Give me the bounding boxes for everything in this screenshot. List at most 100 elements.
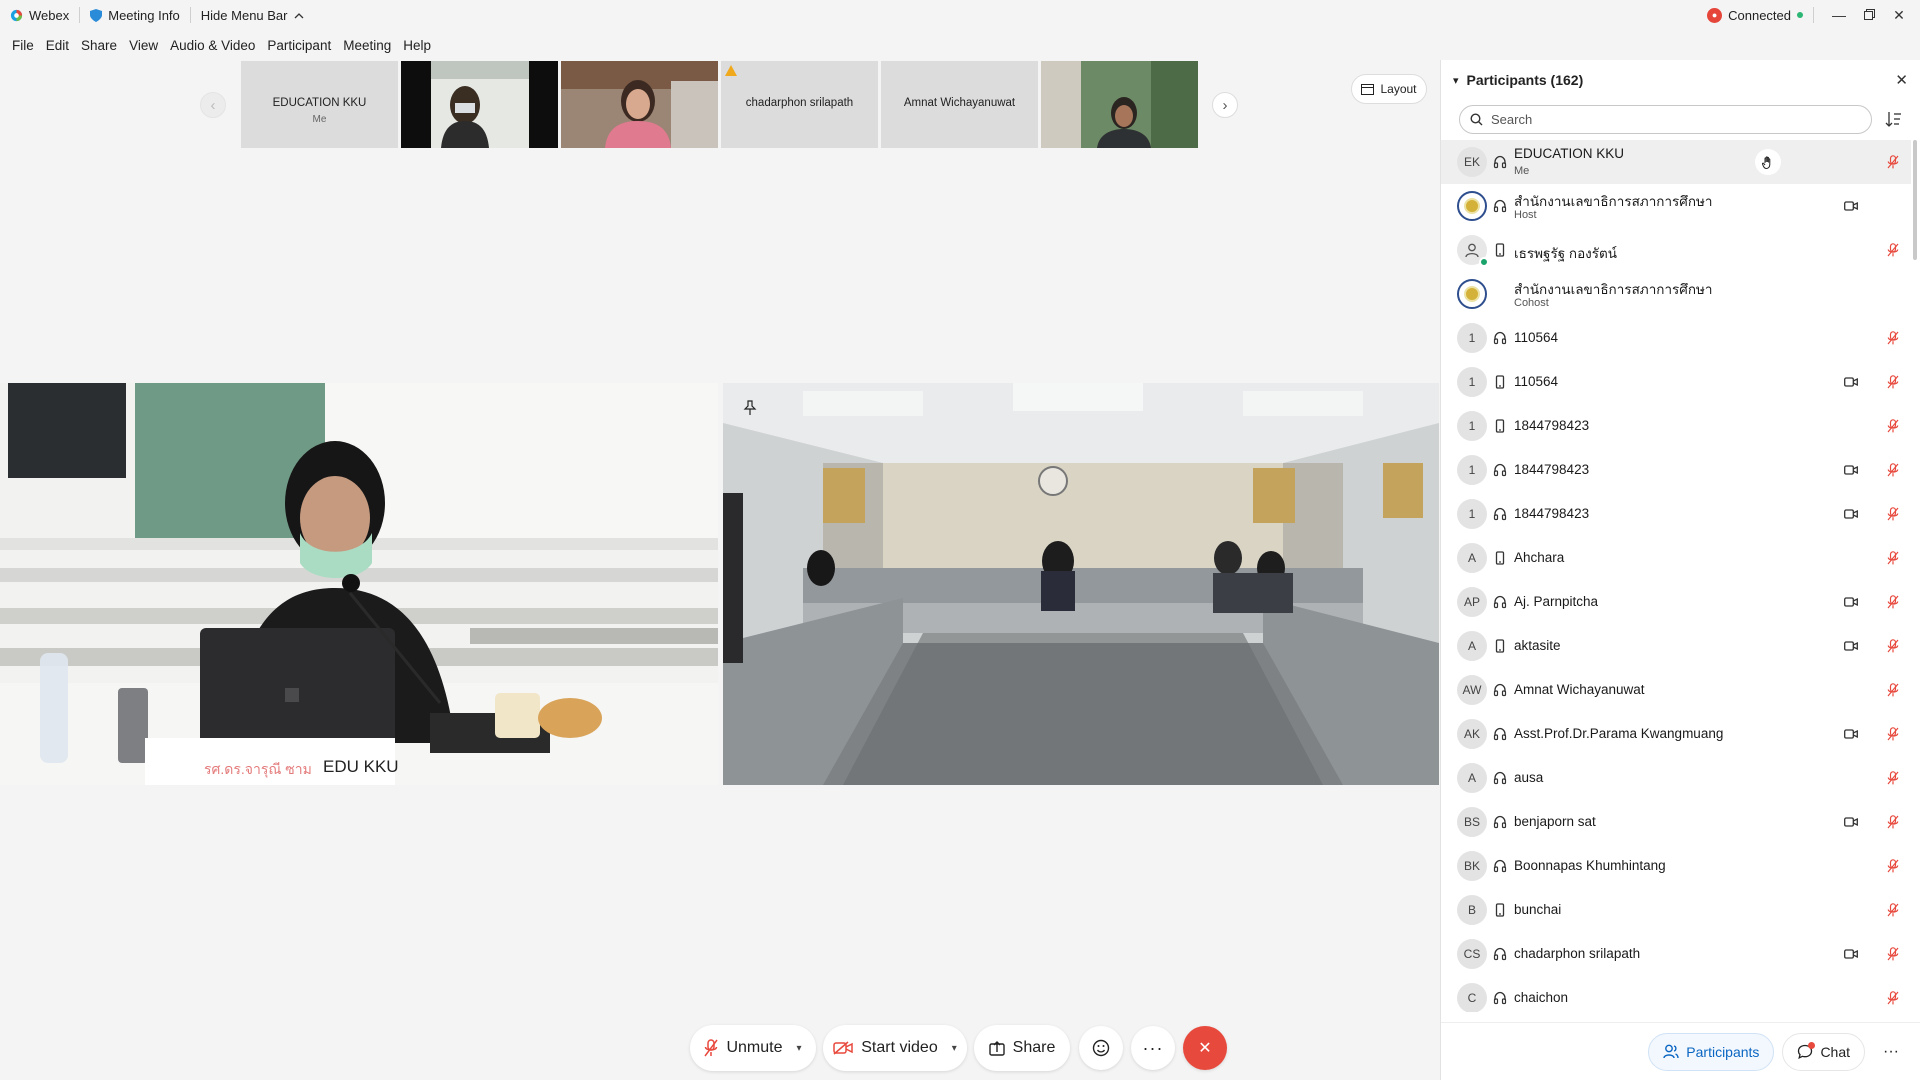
mic-muted-icon[interactable] [1887,375,1899,389]
headset-icon [1493,155,1507,169]
mic-muted-icon[interactable] [1887,551,1899,565]
sort-icon[interactable] [1884,110,1902,128]
close-panel-button[interactable]: ✕ [1895,71,1908,89]
thumb-education-kku[interactable]: EDUCATION KKU Me [241,61,398,148]
more-options-button[interactable]: ··· [1131,1026,1175,1070]
participant-row[interactable]: BS benjaporn sat [1441,800,1911,844]
participant-row[interactable]: สำนักงานเลขาธิการสภาการศึกษา Host [1441,184,1911,228]
avatar-initials: C [1467,991,1477,1005]
avatar-initials: 1 [1468,419,1476,433]
panel-more-button[interactable]: ··· [1873,1033,1909,1071]
meeting-info-button[interactable]: Meeting Info [80,0,190,30]
participant-row[interactable]: Cchaichon [1441,976,1911,1012]
participants-tab-button[interactable]: Participants [1648,1032,1775,1071]
mic-muted-icon[interactable] [1887,859,1899,873]
start-video-button[interactable]: Start video ▾ [823,1025,967,1071]
participants-tab-label: Participants [1686,1043,1760,1060]
mic-muted-icon[interactable] [1887,683,1899,697]
avatar-initials: AW [1462,683,1482,697]
mic-muted-icon[interactable] [1887,507,1899,521]
reactions-button[interactable] [1079,1026,1123,1070]
conference-room-video-image [723,383,1439,785]
participant-row[interactable]: AP Aj. Parnpitcha [1441,580,1911,624]
mic-muted-icon[interactable] [1887,903,1899,917]
avatar: BK [1457,851,1487,881]
strip-next-button[interactable]: › [1212,92,1238,118]
end-call-button[interactable]: ✕ [1183,1026,1227,1070]
mic-muted-icon[interactable] [1887,331,1899,345]
mic-muted-icon[interactable] [1887,947,1899,961]
participant-row[interactable]: CS chadarphon srilapath [1441,932,1911,976]
participant-row[interactable]: Aausa [1441,756,1911,800]
mic-muted-icon[interactable] [1887,595,1899,609]
participant-row[interactable]: BK Boonnapas Khumhintang [1441,844,1911,888]
menu-file[interactable]: File [6,38,40,53]
collapse-chevron-icon[interactable]: ▾ [1453,74,1459,87]
mic-muted-icon[interactable] [1887,815,1899,829]
mic-muted-icon[interactable] [1887,727,1899,741]
avatar-initials: A [1467,771,1476,785]
participant-row[interactable]: Bbunchai [1441,888,1911,932]
hide-menu-bar-button[interactable]: Hide Menu Bar [191,0,314,30]
menu-audio-video[interactable]: Audio & Video [164,38,261,53]
video-edu-kku[interactable]: รศ.ดร.จารุณี ซาม EDU KKU [0,383,718,785]
camera-on-icon [1844,376,1858,388]
participant-row[interactable]: 1 110564 [1441,316,1911,360]
thumb-video-2[interactable] [561,61,718,148]
menu-view[interactable]: View [123,38,164,53]
scrollbar[interactable] [1913,140,1917,260]
mic-muted-icon[interactable] [1887,419,1899,433]
participant-row[interactable]: A Ahchara [1441,536,1911,580]
chevron-down-icon: ▾ [796,1042,802,1054]
minimize-button[interactable]: — [1824,7,1854,23]
connected-dot-icon [1797,12,1803,18]
menu-participant[interactable]: Participant [261,38,337,53]
thumb-amnat[interactable]: Amnat Wichayanuwat [881,61,1038,148]
participant-row[interactable]: 1 1844798423 [1441,492,1911,536]
divider [1813,7,1814,23]
search-row: Search [1441,100,1920,138]
participant-row[interactable]: EK EDUCATION KKU Me [1441,140,1911,184]
restore-icon [1863,9,1875,20]
menu-help[interactable]: Help [397,38,437,53]
menu-share[interactable]: Share [75,38,123,53]
menu-meeting[interactable]: Meeting [337,38,397,53]
mic-muted-icon[interactable] [1887,991,1899,1005]
pin-icon[interactable] [742,400,758,416]
avatar: 1 [1457,455,1487,485]
participant-search-input[interactable]: Search [1459,104,1872,134]
avatar-initials: A [1467,551,1476,565]
thumb-video-3[interactable] [1041,61,1198,148]
avatar-initials: 1 [1468,507,1476,521]
participant-row[interactable]: AK Asst.Prof.Dr.Parama Kwangmuang [1441,712,1911,756]
phone-icon [1493,375,1507,389]
unmute-button[interactable]: Unmute ▾ [690,1025,816,1071]
mic-muted-icon[interactable] [1887,771,1899,785]
connection-status[interactable]: ● Connected [1697,0,1813,30]
participant-name: Ahchara [1514,550,1565,565]
thumb-chadarphon[interactable]: chadarphon srilapath [721,61,878,148]
participant-row[interactable]: AW Amnat Wichayanuwat [1441,668,1911,712]
participant-row[interactable]: 1 1844798423 [1441,448,1911,492]
webex-logo-icon [10,9,23,21]
participant-row[interactable]: 1 1844798423 [1441,404,1911,448]
thumb-video-1[interactable] [401,61,558,148]
restore-button[interactable] [1854,7,1884,23]
mic-muted-icon[interactable] [1887,155,1899,169]
participant-row[interactable]: 1 110564 [1441,360,1911,404]
raise-hand-icon[interactable] [1755,149,1781,175]
strip-prev-button[interactable]: ‹ [200,92,226,118]
video-conference-room[interactable] [723,383,1439,785]
mic-muted-icon[interactable] [1887,639,1899,653]
mic-muted-icon[interactable] [1887,243,1899,257]
participant-row[interactable]: เธรพฐรัฐ กองรัตน์ [1441,228,1911,272]
layout-button[interactable]: Layout [1351,74,1427,104]
close-window-button[interactable]: ✕ [1884,7,1914,24]
participant-row[interactable]: สำนักงานเลขาธิการสภาการศึกษา Cohost [1441,272,1911,316]
menu-edit[interactable]: Edit [40,38,75,53]
more-dots-icon: ··· [1142,1037,1164,1058]
participant-row[interactable]: Aaktasite [1441,624,1911,668]
chat-tab-button[interactable]: Chat [1782,1032,1866,1071]
mic-muted-icon[interactable] [1887,463,1899,477]
share-button[interactable]: Share [974,1025,1070,1071]
